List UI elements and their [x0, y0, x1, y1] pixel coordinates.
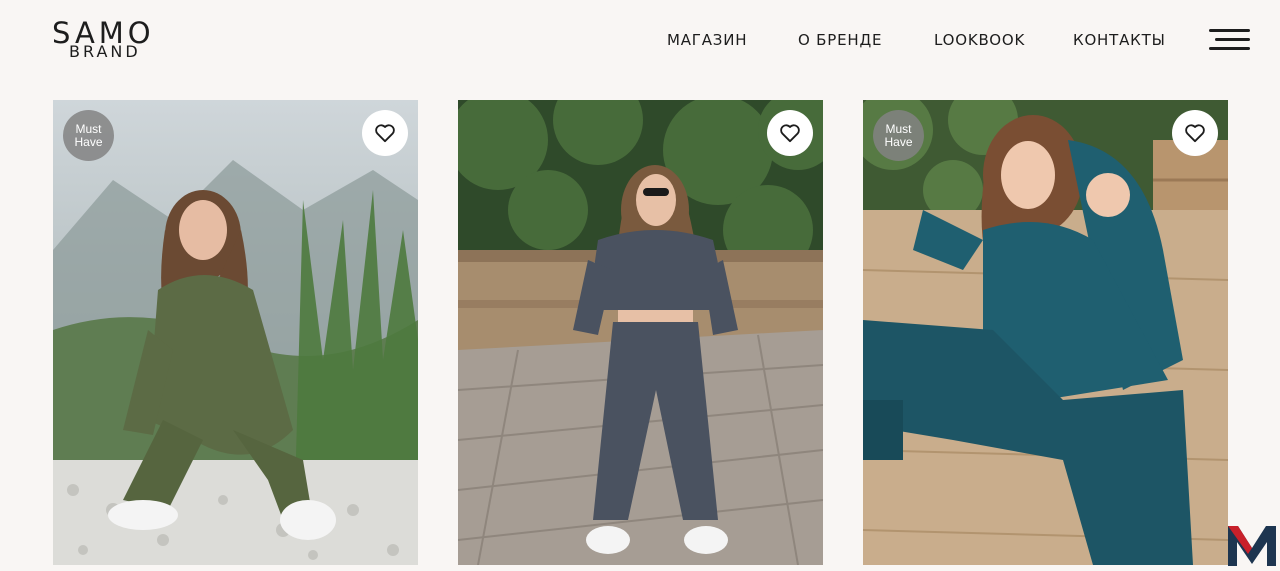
- product-card[interactable]: Must Have: [53, 100, 418, 565]
- badge-line1: Must: [75, 121, 102, 136]
- nav-item-about[interactable]: О БРЕНДЕ: [798, 31, 882, 49]
- site-header: SAMO BRAND МАГАЗИН О БРЕНДЕ LOOKBOOK КОН…: [0, 0, 1280, 80]
- nav-item-lookbook[interactable]: LOOKBOOK: [934, 31, 1025, 49]
- favorite-button[interactable]: [1172, 110, 1218, 156]
- favorite-button[interactable]: [362, 110, 408, 156]
- heart-icon: [375, 124, 395, 143]
- brand-logo[interactable]: SAMO BRAND: [52, 18, 197, 62]
- hamburger-menu-icon[interactable]: [1209, 29, 1250, 51]
- heart-icon: [780, 124, 800, 143]
- badge-line2: Have: [884, 134, 913, 149]
- corner-m-logo-icon: [1228, 526, 1276, 566]
- must-have-badge: Must Have: [63, 110, 114, 161]
- brand-logo-line2: BRAND: [69, 42, 141, 61]
- nav-item-shop[interactable]: МАГАЗИН: [667, 31, 747, 49]
- product-card[interactable]: Must Have: [863, 100, 1228, 565]
- favorite-button[interactable]: [767, 110, 813, 156]
- product-photo[interactable]: [458, 100, 823, 565]
- product-photo[interactable]: [863, 100, 1228, 565]
- product-card[interactable]: [458, 100, 823, 565]
- heart-icon: [1185, 124, 1205, 143]
- nav-item-contacts[interactable]: КОНТАКТЫ: [1073, 31, 1166, 49]
- must-have-badge: Must Have: [873, 110, 924, 161]
- badge-line1: Must: [885, 121, 912, 136]
- badge-line2: Have: [74, 134, 103, 149]
- product-photo[interactable]: [53, 100, 418, 565]
